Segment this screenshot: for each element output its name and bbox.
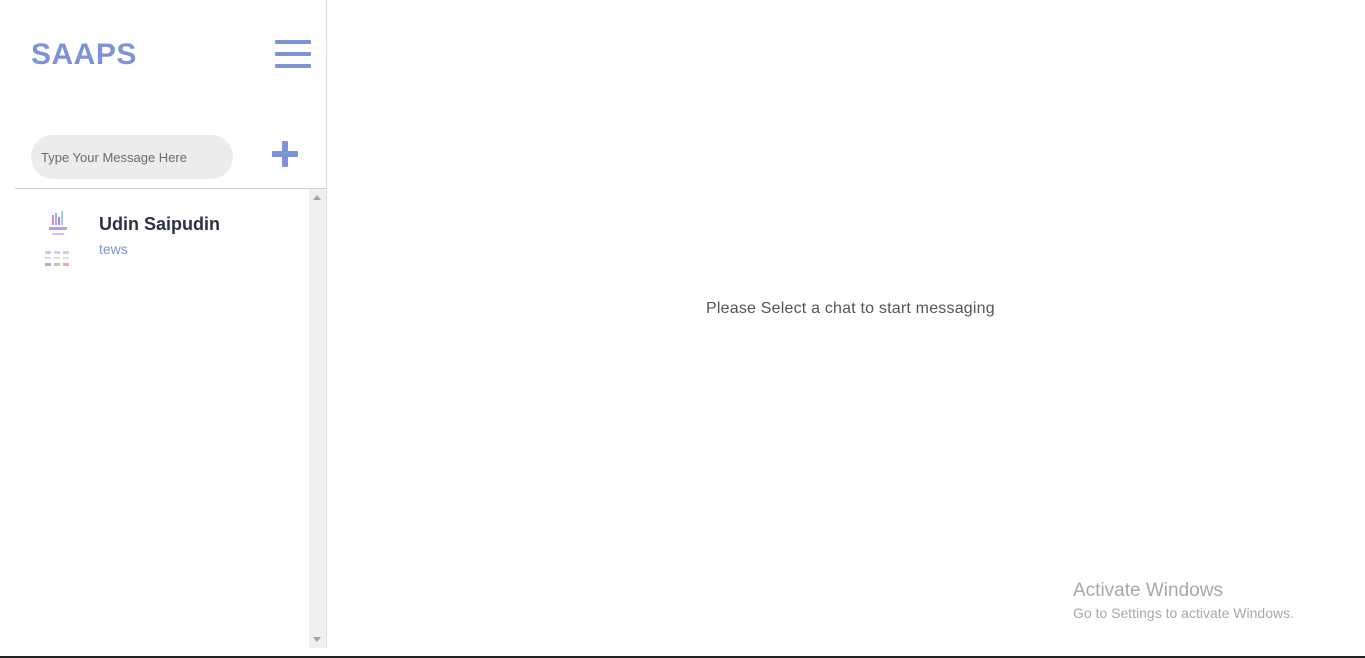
scroll-down-icon[interactable] xyxy=(313,637,321,642)
plus-icon[interactable] xyxy=(272,141,298,167)
scroll-up-icon[interactable] xyxy=(313,195,321,200)
watermark-title: Activate Windows xyxy=(1073,580,1223,601)
watermark-subtitle: Go to Settings to activate Windows. xyxy=(1073,605,1294,621)
activate-windows-watermark: Activate Windows Go to Settings to activ… xyxy=(1073,580,1294,621)
avatar xyxy=(45,211,69,266)
chat-list: Udin Saipudin tews xyxy=(15,189,309,648)
app-logo: SAAPS xyxy=(31,38,137,71)
sidebar: SAAPS Udin Sai xyxy=(0,0,327,648)
hamburger-menu-icon[interactable] xyxy=(275,40,311,70)
chat-list-scrollbar[interactable] xyxy=(309,189,326,648)
empty-chat-message: Please Select a chat to start messaging xyxy=(706,300,995,317)
chat-last-message: tews xyxy=(99,241,128,257)
message-input[interactable] xyxy=(31,135,233,179)
chat-contact-name: Udin Saipudin xyxy=(99,214,220,234)
chat-list-item[interactable]: Udin Saipudin tews xyxy=(15,189,309,279)
